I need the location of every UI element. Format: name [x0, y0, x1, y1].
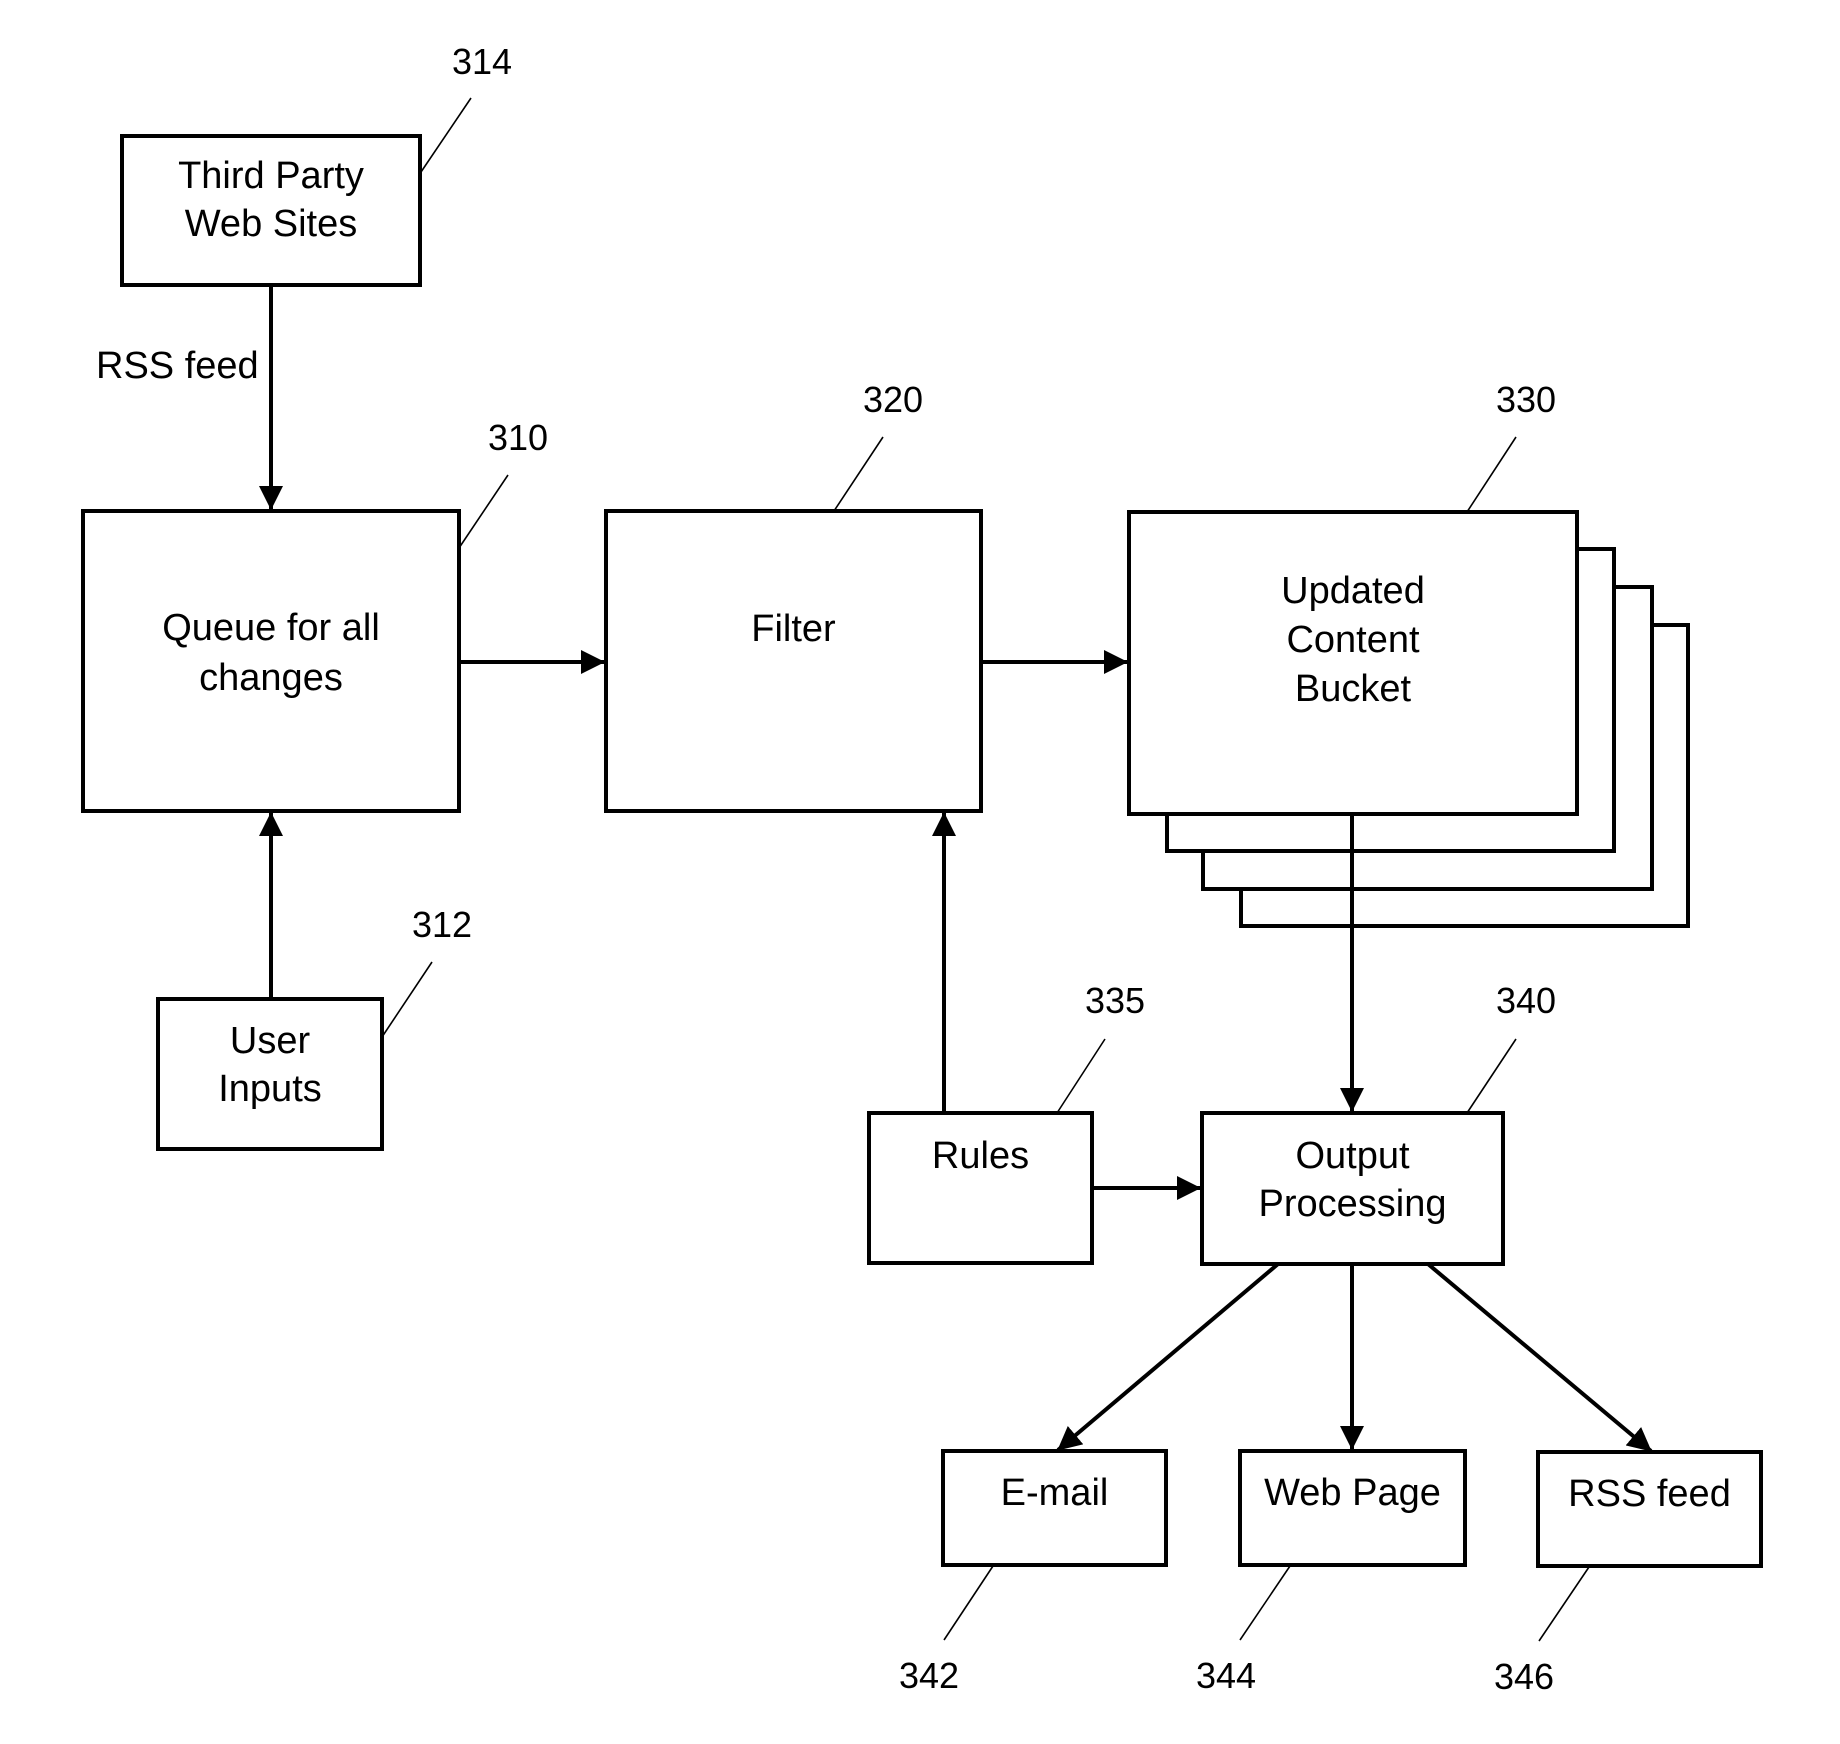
node-label-line: changes — [199, 657, 343, 699]
node-label-line: Processing — [1259, 1183, 1447, 1225]
node-queue: Queue for all changes — [81, 509, 461, 813]
node-label-line: Updated — [1281, 570, 1425, 612]
leader-330 — [1466, 436, 1517, 513]
leader-335 — [1056, 1038, 1106, 1114]
node-label-line: Output — [1295, 1135, 1410, 1177]
leader-312 — [381, 961, 433, 1038]
leader-344 — [1239, 1565, 1291, 1641]
ref-320: 320 — [863, 379, 923, 420]
node-label-line: Web Page — [1264, 1472, 1441, 1514]
leader-320 — [833, 436, 884, 512]
leader-310 — [458, 474, 509, 549]
ref-342: 342 — [899, 1655, 959, 1696]
ref-344: 344 — [1196, 1655, 1256, 1696]
edge-label-rss-feed: RSS feed — [96, 345, 259, 387]
node-label-line: Third Party — [178, 155, 364, 197]
node-filter: Filter — [604, 509, 983, 813]
node-label-line: Bucket — [1295, 668, 1412, 710]
node-webpage: Web Page — [1238, 1449, 1467, 1567]
leader-314 — [420, 97, 472, 173]
leader-342 — [943, 1565, 994, 1641]
node-label-line: E-mail — [1001, 1472, 1109, 1514]
ref-310: 310 — [488, 417, 548, 458]
ref-314: 314 — [452, 41, 512, 82]
flow-diagram: Third Party Web Sites Queue for all changes… — [81, 41, 1763, 1697]
node-label-line: Inputs — [218, 1068, 322, 1110]
node-label-line: RSS feed — [1568, 1473, 1731, 1515]
ref-335: 335 — [1085, 980, 1145, 1021]
node-label-line: Rules — [932, 1135, 1029, 1177]
leader-340 — [1466, 1038, 1517, 1114]
ref-346: 346 — [1494, 1656, 1554, 1697]
node-output: Output Processing — [1200, 1111, 1505, 1266]
node-label-line: Filter — [751, 608, 836, 650]
ref-330: 330 — [1496, 379, 1556, 420]
edge-output-to-rss — [1426, 1262, 1653, 1453]
node-label-line: Web Sites — [185, 203, 357, 245]
node-box — [604, 509, 983, 813]
node-box — [1127, 510, 1579, 816]
node-email: E-mail — [941, 1449, 1168, 1567]
node-bucket: Updated Content Bucket — [1127, 510, 1579, 816]
node-rss: RSS feed — [1536, 1450, 1763, 1568]
node-rules: Rules — [867, 1111, 1094, 1265]
ref-312: 312 — [412, 904, 472, 945]
edge-output-to-email — [1056, 1262, 1280, 1452]
ref-340: 340 — [1496, 980, 1556, 1021]
node-label-line: Queue for all — [162, 607, 380, 649]
leader-346 — [1538, 1566, 1590, 1642]
node-user-inputs: User Inputs — [156, 997, 384, 1151]
node-label-line: User — [230, 1020, 311, 1062]
node-label-line: Content — [1286, 619, 1420, 661]
node-third-party: Third Party Web Sites — [120, 134, 422, 287]
